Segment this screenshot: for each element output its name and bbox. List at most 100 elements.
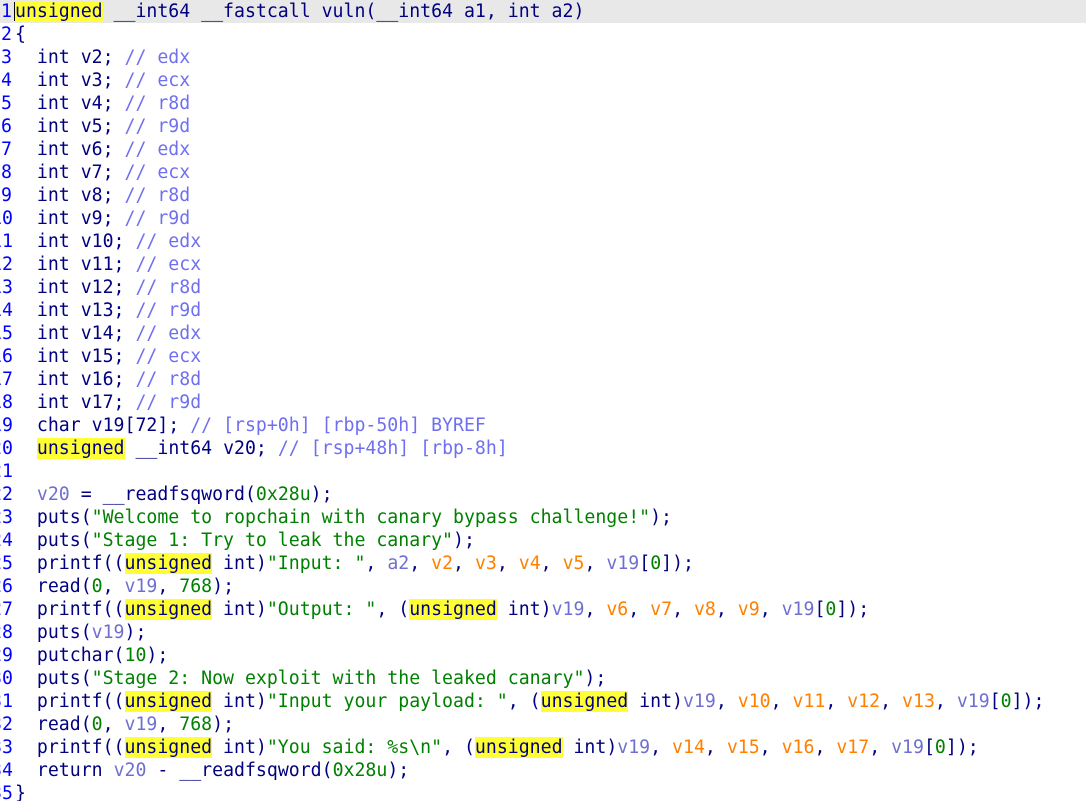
code-text[interactable]: int v14;	[15, 323, 135, 344]
local-variable[interactable]: v19	[617, 737, 650, 758]
numeric-literal[interactable]: 10	[125, 645, 147, 666]
code-text[interactable]: ,	[453, 553, 475, 574]
code-line[interactable]: 21	[0, 460, 1086, 483]
code-text[interactable]: ,	[716, 691, 738, 712]
code-text[interactable]: ,	[365, 553, 387, 574]
code-text[interactable]	[15, 484, 37, 505]
code-line[interactable]: 22 v20 = __readfsqword(0x28u);	[0, 483, 1086, 506]
code-text[interactable]: int)	[628, 691, 683, 712]
code-content[interactable]: int v4; // r8d	[15, 92, 190, 115]
code-text[interactable]: ,	[157, 576, 179, 597]
code-content[interactable]: int v13; // r9d	[15, 299, 201, 322]
string-literal[interactable]: "You said: %s\n"	[267, 737, 442, 758]
code-text[interactable]: , (	[442, 737, 475, 758]
code-comment[interactable]: // [rsp+0h] [rbp-50h] BYREF	[190, 415, 486, 436]
code-line[interactable]: 26 read(0, v19, 768);	[0, 575, 1086, 598]
local-variable[interactable]: a2	[387, 553, 409, 574]
code-line[interactable]: 28 puts(v19);	[0, 621, 1086, 644]
register-variable[interactable]: v14	[672, 737, 705, 758]
code-content[interactable]: printf((unsigned int) "Input your payload…	[15, 690, 1044, 713]
code-comment[interactable]: // edx	[125, 47, 191, 68]
code-comment[interactable]: // r8d	[135, 369, 201, 390]
code-comment[interactable]: // [rsp+48h] [rbp-8h]	[278, 438, 508, 459]
highlighted-keyword[interactable]: unsigned	[124, 691, 213, 712]
highlighted-keyword[interactable]: unsigned	[124, 599, 213, 620]
code-text[interactable]: int v6;	[15, 139, 125, 160]
code-line[interactable]: 31 printf((unsigned int)"Input your payl…	[0, 690, 1086, 713]
code-text[interactable]: ,	[103, 714, 125, 735]
register-variable[interactable]: v8	[694, 599, 716, 620]
string-literal[interactable]: "Stage 1: Try to leak the canary"	[92, 530, 453, 551]
code-line[interactable]: 6 int v5; // r9d	[0, 115, 1086, 138]
code-text[interactable]: );	[212, 576, 234, 597]
code-text[interactable]: int v4;	[15, 93, 125, 114]
code-line[interactable]: 14 int v13; // r9d	[0, 299, 1086, 322]
code-content[interactable]: int v8; // r8d	[15, 184, 190, 207]
code-content[interactable]: int v10; // edx	[15, 230, 201, 253]
code-line[interactable]: 12 int v11; // ecx	[0, 253, 1086, 276]
code-text[interactable]: printf((	[15, 553, 125, 574]
code-text[interactable]: ,	[157, 714, 179, 735]
code-text[interactable]: ]);	[946, 737, 979, 758]
code-text[interactable]: char v19[72];	[15, 415, 190, 436]
numeric-literal[interactable]: 0	[650, 553, 661, 574]
code-content[interactable]: int v16; // r8d	[15, 368, 201, 391]
code-line[interactable]: 33 printf((unsigned int)"You said: %s\n"…	[0, 736, 1086, 759]
local-variable[interactable]: v19	[683, 691, 716, 712]
code-line[interactable]: 8 int v7; // ecx	[0, 161, 1086, 184]
code-content[interactable]: read(0, v19, 768);	[15, 713, 234, 736]
code-text[interactable]: ,	[672, 599, 694, 620]
code-comment[interactable]: // r9d	[135, 392, 201, 413]
code-text[interactable]: int v10;	[15, 231, 135, 252]
code-text[interactable]: ,	[825, 691, 847, 712]
code-text[interactable]: ,	[650, 737, 672, 758]
code-text[interactable]: , (	[376, 599, 409, 620]
code-content[interactable]: printf((unsigned int)"Input: ", a2, v2, …	[15, 552, 694, 575]
numeric-literal[interactable]: 0x28u	[333, 760, 388, 781]
code-text[interactable]: , (	[508, 691, 541, 712]
string-literal[interactable]: "Input your payload: "	[267, 691, 508, 712]
code-text[interactable]: {	[15, 24, 26, 45]
code-comment[interactable]: // ecx	[135, 346, 201, 367]
code-text[interactable]: ]);	[836, 599, 869, 620]
code-content[interactable]: }	[15, 782, 26, 801]
code-comment[interactable]: // r9d	[125, 208, 191, 229]
highlighted-keyword[interactable]: unsigned	[124, 737, 213, 758]
code-text[interactable]: ,	[497, 553, 519, 574]
code-text[interactable]: int v9;	[15, 208, 125, 229]
register-variable[interactable]: v4	[519, 553, 541, 574]
code-comment[interactable]: // edx	[135, 323, 201, 344]
code-line[interactable]: 34 return v20 - __readfsqword(0x28u);	[0, 759, 1086, 782]
code-text[interactable]: int v7;	[15, 162, 125, 183]
numeric-literal[interactable]: 0x28u	[256, 484, 311, 505]
code-text[interactable]: printf((	[15, 691, 125, 712]
code-line[interactable]: 16 int v15; // ecx	[0, 345, 1086, 368]
code-text[interactable]: int v13;	[15, 300, 135, 321]
code-comment[interactable]: // r8d	[125, 185, 191, 206]
code-content[interactable]: v20 = __readfsqword(0x28u);	[15, 483, 333, 506]
register-variable[interactable]: v16	[782, 737, 815, 758]
code-line[interactable]: 15 int v14; // edx	[0, 322, 1086, 345]
highlighted-keyword[interactable]: unsigned	[36, 438, 125, 459]
local-variable[interactable]: v19	[552, 599, 585, 620]
code-line[interactable]: 4 int v3; // ecx	[0, 69, 1086, 92]
register-variable[interactable]: v13	[902, 691, 935, 712]
code-text[interactable]: ,	[869, 737, 891, 758]
code-text[interactable]: );	[650, 507, 672, 528]
code-text[interactable]: ,	[760, 737, 782, 758]
code-text[interactable]: ,	[880, 691, 902, 712]
code-content[interactable]: int v14; // edx	[15, 322, 201, 345]
code-text[interactable]: );	[387, 760, 409, 781]
code-text[interactable]: int v8;	[15, 185, 125, 206]
code-comment[interactable]: // ecx	[125, 70, 191, 91]
code-text[interactable]: );	[125, 622, 147, 643]
string-literal[interactable]: "Output: "	[267, 599, 377, 620]
code-text[interactable]: int)	[212, 737, 267, 758]
code-line[interactable]: 24 puts("Stage 1: Try to leak the canary…	[0, 529, 1086, 552]
code-text[interactable]: int v15;	[15, 346, 135, 367]
code-line[interactable]: 10 int v9; // r9d	[0, 207, 1086, 230]
code-text[interactable]: int v2;	[15, 47, 125, 68]
local-variable[interactable]: v20	[37, 484, 70, 505]
code-text[interactable]: );	[453, 530, 475, 551]
code-line[interactable]: 19 char v19[72]; // [rsp+0h] [rbp-50h] B…	[0, 414, 1086, 437]
